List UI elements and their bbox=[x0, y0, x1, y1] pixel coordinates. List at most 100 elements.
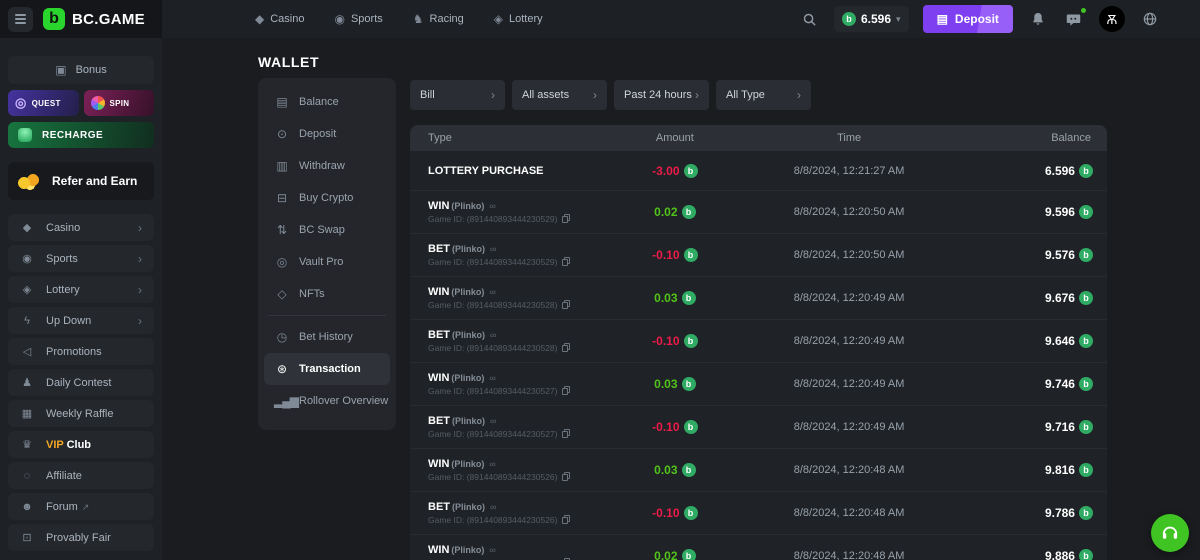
lottery-icon: ◈ bbox=[494, 12, 503, 26]
bc-swap-icon: ⇅ bbox=[274, 223, 289, 237]
wallet-menu-transaction[interactable]: ⊛ Transaction bbox=[264, 353, 390, 385]
bc-coin-icon: b bbox=[684, 164, 698, 178]
wallet-menu-withdraw[interactable]: ▥ Withdraw bbox=[264, 150, 390, 182]
bonus-button[interactable]: ▣ Bonus bbox=[8, 56, 154, 84]
game-link-icon[interactable]: ∞ bbox=[490, 502, 496, 512]
game-link-icon[interactable]: ∞ bbox=[489, 545, 495, 555]
wallet-menu-vault-pro[interactable]: ◎ Vault Pro bbox=[264, 246, 390, 278]
column-header-balance: Balance bbox=[968, 132, 1107, 144]
copy-icon[interactable] bbox=[562, 259, 568, 266]
external-link-icon: ↗ bbox=[82, 502, 90, 512]
filter-all-assets[interactable]: All assets › bbox=[512, 80, 607, 110]
table-body: LOTTERY PURCHASE -3.00 b 8/8/2024, 12:21… bbox=[410, 151, 1107, 560]
table-row[interactable]: BET (Plinko) ∞ Game ID: (891440893444230… bbox=[410, 320, 1107, 363]
copy-icon[interactable] bbox=[562, 345, 568, 352]
top-nav-sports[interactable]: ◉ Sports bbox=[334, 12, 382, 26]
wallet-menu-deposit[interactable]: ⊙ Deposit bbox=[264, 118, 390, 150]
game-link-icon[interactable]: ∞ bbox=[489, 373, 495, 383]
chevron-down-icon: ▾ bbox=[896, 14, 901, 25]
hamburger-menu-button[interactable] bbox=[8, 7, 33, 32]
casino-icon: ◆ bbox=[20, 221, 34, 234]
deposit-button[interactable]: ▤ Deposit bbox=[923, 5, 1013, 33]
sidebar-item-lottery[interactable]: ◈ Lottery › bbox=[8, 276, 154, 303]
sidebar-item-provably-fair[interactable]: ⊡ Provably Fair bbox=[8, 524, 154, 551]
notifications-bell-icon[interactable] bbox=[1027, 8, 1049, 30]
table-row[interactable]: BET (Plinko) ∞ Game ID: (891440893444230… bbox=[410, 234, 1107, 277]
withdraw-icon: ▥ bbox=[274, 159, 289, 173]
bc-coin-icon: b bbox=[1079, 205, 1093, 219]
topbar: b BC.GAME ◆ Casino ◉ Sports ♞ Racing ◈ L… bbox=[0, 0, 1200, 38]
wallet-menu: ▤ Balance ⊙ Deposit ▥ Withdraw ⊟ Buy Cry… bbox=[258, 78, 396, 430]
transaction-icon: ⊛ bbox=[274, 362, 289, 376]
bonus-label: Bonus bbox=[76, 64, 107, 76]
table-row[interactable]: BET (Plinko) ∞ Game ID: (891440893444230… bbox=[410, 492, 1107, 535]
sidebar-item-weekly-raffle[interactable]: ▦ Weekly Raffle bbox=[8, 400, 154, 427]
game-link-icon[interactable]: ∞ bbox=[489, 201, 495, 211]
nfts-icon: ◇ bbox=[274, 287, 289, 301]
sidebar-item-up-down[interactable]: ϟ Up Down › bbox=[8, 307, 154, 334]
filter-bill[interactable]: Bill › bbox=[410, 80, 505, 110]
copy-icon[interactable] bbox=[562, 388, 568, 395]
top-nav: ◆ Casino ◉ Sports ♞ Racing ◈ Lottery bbox=[255, 0, 543, 38]
support-chat-button[interactable] bbox=[1151, 514, 1189, 552]
game-link-icon[interactable]: ∞ bbox=[490, 416, 496, 426]
wallet-menu-nfts[interactable]: ◇ NFTs bbox=[264, 278, 390, 310]
casino-icon: ◆ bbox=[255, 12, 264, 26]
sidebar-item-sports[interactable]: ◉ Sports › bbox=[8, 245, 154, 272]
refer-and-earn-card[interactable]: Refer and Earn bbox=[8, 162, 154, 200]
copy-icon[interactable] bbox=[562, 216, 568, 223]
recharge-button[interactable]: RECHARGE bbox=[8, 122, 154, 148]
sidebar-item-casino[interactable]: ◆ Casino › bbox=[8, 214, 154, 241]
bc-coin-icon: b bbox=[682, 291, 696, 305]
bc-coin-icon: b bbox=[682, 463, 696, 477]
recharge-label: RECHARGE bbox=[42, 130, 103, 141]
vault-pro-icon: ◎ bbox=[274, 255, 289, 269]
wallet-menu-balance[interactable]: ▤ Balance bbox=[264, 86, 390, 118]
table-row[interactable]: BET (Plinko) ∞ Game ID: (891440893444230… bbox=[410, 406, 1107, 449]
game-link-icon[interactable]: ∞ bbox=[490, 244, 496, 254]
top-nav-casino[interactable]: ◆ Casino bbox=[255, 12, 304, 26]
search-icon[interactable] bbox=[798, 8, 820, 30]
wallet-menu-bc-swap[interactable]: ⇅ BC Swap bbox=[264, 214, 390, 246]
chevron-right-icon: › bbox=[695, 88, 699, 102]
copy-icon[interactable] bbox=[562, 431, 568, 438]
wallet-menu-buy-crypto[interactable]: ⊟ Buy Crypto bbox=[264, 182, 390, 214]
game-link-icon[interactable]: ∞ bbox=[489, 287, 495, 297]
sidebar-item-vip-club[interactable]: ♛ VIP Club bbox=[8, 431, 154, 458]
copy-icon[interactable] bbox=[562, 302, 568, 309]
provably-fair-icon: ⊡ bbox=[20, 531, 34, 544]
wallet-menu-bet-history[interactable]: ◷ Bet History bbox=[264, 321, 390, 353]
top-nav-racing[interactable]: ♞ Racing bbox=[413, 12, 464, 26]
logo-text: BC.GAME bbox=[72, 11, 145, 28]
quest-button[interactable]: ◎ QUEST bbox=[8, 90, 79, 116]
wallet-menu-rollover-overview[interactable]: ▂▄▆ Rollover Overview bbox=[264, 385, 390, 417]
table-row[interactable]: WIN (Plinko) ∞ Game ID: (891440893444230… bbox=[410, 191, 1107, 234]
wallet-icon: ▤ bbox=[937, 12, 948, 26]
promotions-icon: ◁ bbox=[20, 345, 34, 358]
top-nav-lottery[interactable]: ◈ Lottery bbox=[494, 12, 543, 26]
sidebar-item-affiliate[interactable]: ◌ Affiliate bbox=[8, 462, 154, 489]
table-row[interactable]: WIN (Plinko) ∞ Game ID: (891440893444230… bbox=[410, 449, 1107, 492]
spin-button[interactable]: SPIN bbox=[84, 90, 155, 116]
copy-icon[interactable] bbox=[562, 474, 568, 481]
balance-selector[interactable]: b 6.596 ▾ bbox=[834, 6, 909, 32]
filter-row: Bill › All assets › Past 24 hours › All … bbox=[410, 80, 811, 110]
language-globe-icon[interactable] bbox=[1139, 8, 1161, 30]
table-row[interactable]: LOTTERY PURCHASE -3.00 b 8/8/2024, 12:21… bbox=[410, 151, 1107, 191]
sidebar-item-promotions[interactable]: ◁ Promotions bbox=[8, 338, 154, 365]
logo[interactable]: b BC.GAME bbox=[43, 8, 145, 30]
game-link-icon[interactable]: ∞ bbox=[490, 330, 496, 340]
sidebar-item-forum[interactable]: ☻ Forum↗ bbox=[8, 493, 154, 520]
filter-past-24-hours[interactable]: Past 24 hours › bbox=[614, 80, 709, 110]
game-link-icon[interactable]: ∞ bbox=[489, 459, 495, 469]
avatar[interactable]: Ѫ bbox=[1099, 6, 1125, 32]
chat-icon[interactable] bbox=[1063, 8, 1085, 30]
table-row[interactable]: WIN (Plinko) ∞ Game ID: (891440893444230… bbox=[410, 277, 1107, 320]
bc-coin-icon: b bbox=[1079, 164, 1093, 178]
filter-all-type[interactable]: All Type › bbox=[716, 80, 811, 110]
sidebar-item-daily-contest[interactable]: ♟ Daily Contest bbox=[8, 369, 154, 396]
bc-coin-icon: b bbox=[684, 506, 698, 520]
table-row[interactable]: WIN (Plinko) ∞ Game ID: (891440893444230… bbox=[410, 535, 1107, 560]
table-row[interactable]: WIN (Plinko) ∞ Game ID: (891440893444230… bbox=[410, 363, 1107, 406]
copy-icon[interactable] bbox=[562, 517, 568, 524]
